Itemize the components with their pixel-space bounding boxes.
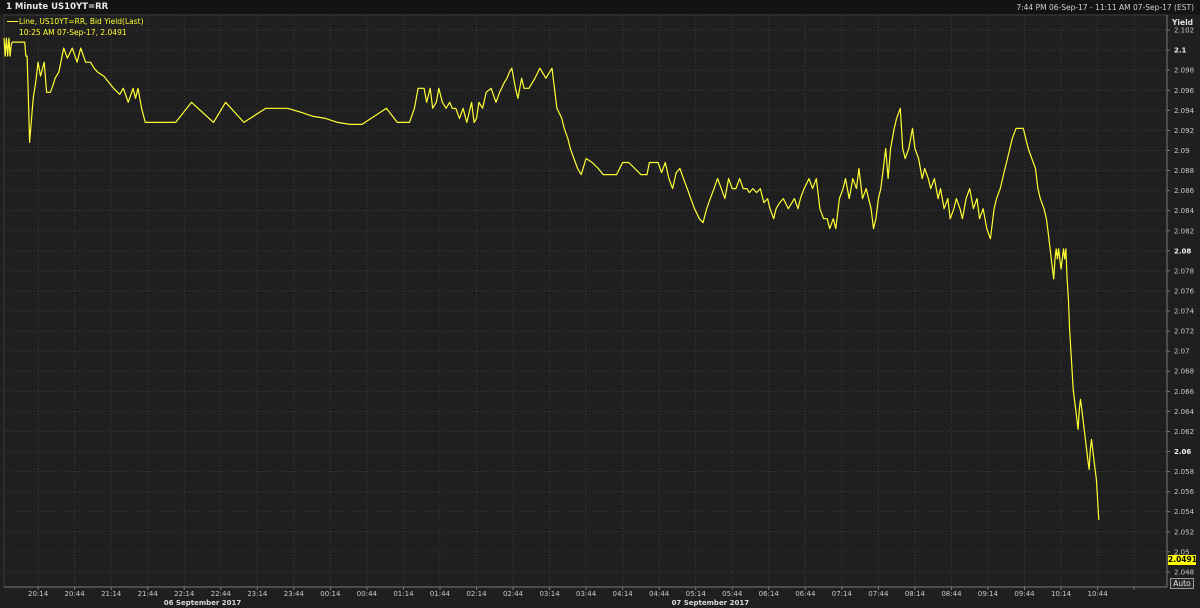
- y-tick-label: 2.064: [1174, 408, 1195, 416]
- y-tick-label: 2.06: [1174, 448, 1191, 456]
- y-axis-ticks: 2.0482.052.0522.0542.0562.0582.062.0622.…: [1167, 27, 1195, 576]
- x-tick-label: 23:44: [284, 590, 305, 598]
- date-label: 07 September 2017: [672, 599, 750, 607]
- y-tick-label: 2.098: [1174, 67, 1194, 75]
- x-tick-label: 00:14: [320, 590, 341, 598]
- x-tick-label: 04:44: [649, 590, 670, 598]
- x-axis-ticks: 20:14 20:44 21:14 21:44 22:14 22:44 23:14 23:44…: [28, 587, 1135, 598]
- x-tick-label: 05:14: [686, 590, 707, 598]
- x-tick-label: 07:44: [868, 590, 889, 598]
- y-tick-label: 2.102: [1174, 27, 1194, 35]
- y-tick-label: 2.08: [1174, 247, 1191, 255]
- date-label: 06 September 2017: [164, 599, 242, 607]
- y-tick-label: 2.054: [1174, 508, 1195, 516]
- legend-entry[interactable]: Line, US10YT=RR, Bid Yield(Last): [19, 17, 144, 26]
- auto-scale-button[interactable]: Auto: [1170, 578, 1194, 589]
- date-labels: 06 September 2017 07 September 2017: [164, 599, 749, 607]
- y-tick-label: 2.058: [1174, 468, 1194, 476]
- y-tick-label: 2.062: [1174, 428, 1194, 436]
- y-tick-label: 2.07: [1174, 348, 1190, 356]
- y-tick-label: 2.052: [1174, 528, 1194, 536]
- x-tick-label: 20:14: [28, 590, 49, 598]
- x-tick-label: 05:44: [722, 590, 743, 598]
- y-tick-label: 2.092: [1174, 127, 1194, 135]
- y-tick-label: 2.048: [1174, 568, 1194, 576]
- y-tick-label: 2.086: [1174, 187, 1195, 195]
- x-tick-label: 02:44: [503, 590, 524, 598]
- x-tick-label: 09:44: [1014, 590, 1035, 598]
- y-tick-label: 2.078: [1174, 267, 1194, 275]
- y-tick-label: 2.096: [1174, 87, 1195, 95]
- x-tick-label: 01:44: [430, 590, 451, 598]
- y-tick-label: 2.068: [1174, 368, 1194, 376]
- x-tick-label: 21:14: [101, 590, 122, 598]
- x-tick-label: 10:44: [1087, 590, 1108, 598]
- legend-swatch: [7, 21, 18, 22]
- x-tick-label: 21:44: [138, 590, 159, 598]
- x-tick-label: 20:44: [65, 590, 86, 598]
- x-tick-label: 08:44: [941, 590, 962, 598]
- x-tick-label: 07:14: [832, 590, 853, 598]
- x-tick-label: 06:14: [759, 590, 780, 598]
- x-tick-label: 04:14: [613, 590, 634, 598]
- plot-area: [3, 14, 1168, 588]
- x-tick-label: 03:14: [539, 590, 560, 598]
- x-tick-label: 08:14: [905, 590, 926, 598]
- y-tick-label: 2.066: [1174, 388, 1195, 396]
- x-tick-label: 10:14: [1051, 590, 1072, 598]
- y-tick-label: 2.076: [1174, 287, 1195, 295]
- x-tick-label: 00:44: [357, 590, 378, 598]
- last-value-tag: 2.0491: [1168, 555, 1197, 565]
- y-tick-label: 2.084: [1174, 207, 1195, 215]
- y-tick-label: 2.056: [1174, 488, 1195, 496]
- yield-chart[interactable]: 2.0482.052.0522.0542.0562.0582.062.0622.…: [0, 0, 1200, 608]
- y-tick-label: 2.072: [1174, 328, 1194, 336]
- x-tick-label: 02:14: [466, 590, 487, 598]
- x-tick-label: 06:44: [795, 590, 816, 598]
- y-tick-label: 2.094: [1174, 107, 1195, 115]
- x-tick-label: 09:14: [978, 590, 999, 598]
- y-tick-label: 2.074: [1174, 308, 1195, 316]
- y-tick-label: 2.088: [1174, 167, 1194, 175]
- y-tick-label: 2.09: [1174, 147, 1190, 155]
- y-tick-label: 2.082: [1174, 227, 1194, 235]
- y-axis-title: Yield: [1172, 18, 1194, 27]
- x-tick-label: 22:14: [174, 590, 195, 598]
- y-tick-label: 2.1: [1174, 47, 1187, 55]
- x-tick-label: 22:44: [211, 590, 232, 598]
- x-tick-label: 23:14: [247, 590, 268, 598]
- x-tick-label: 01:14: [393, 590, 414, 598]
- crosshair-readout: 10:25 AM 07-Sep-17, 2.0491: [19, 28, 127, 37]
- x-tick-label: 03:44: [576, 590, 597, 598]
